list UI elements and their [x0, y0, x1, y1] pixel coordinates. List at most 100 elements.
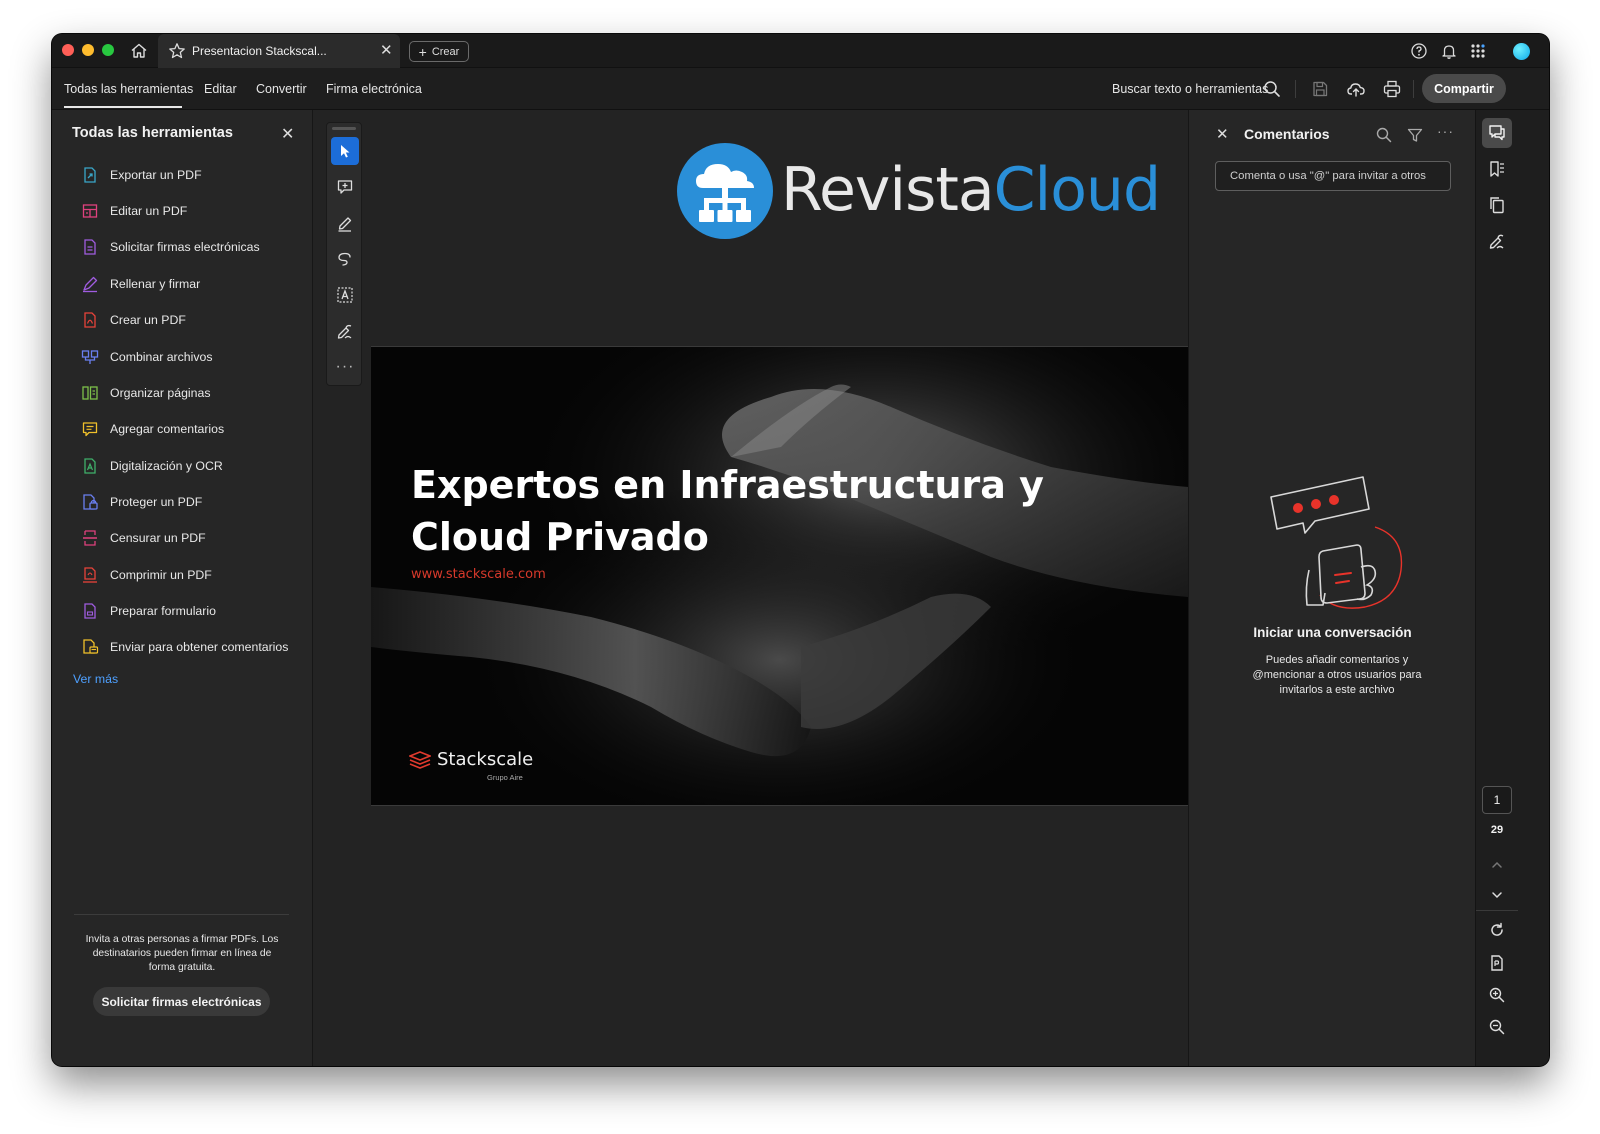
tool-edit-pdf[interactable]: Editar un PDF: [81, 199, 187, 223]
zoom-window-button[interactable]: [102, 44, 114, 56]
menu-convert[interactable]: Convertir: [256, 82, 307, 96]
next-page-button[interactable]: [1482, 880, 1512, 910]
drag-handle[interactable]: [332, 127, 356, 130]
pages-rail-button[interactable]: [1482, 190, 1512, 220]
cloud-upload-icon[interactable]: [1346, 79, 1366, 99]
previous-page-button[interactable]: [1482, 850, 1512, 880]
zoom-out-button[interactable]: [1482, 1012, 1512, 1042]
logo-text-cloud: Cloud: [993, 155, 1161, 225]
sign-rail-button[interactable]: [1482, 226, 1512, 256]
zoom-in-button[interactable]: [1482, 980, 1512, 1010]
signature-pen-icon: [1489, 234, 1504, 249]
create-button[interactable]: + Crear: [409, 41, 469, 62]
text-select-tool-button[interactable]: [331, 281, 359, 309]
tool-label: Crear un PDF: [110, 313, 186, 327]
tool-fill-sign[interactable]: Rellenar y firmar: [81, 272, 200, 296]
close-comments-icon[interactable]: ✕: [1216, 125, 1229, 143]
comments-rail-button[interactable]: [1482, 118, 1512, 148]
request-signatures-button[interactable]: Solicitar firmas electrónicas: [93, 987, 270, 1016]
create-pdf-icon: [84, 312, 96, 328]
tool-label: Digitalización y OCR: [110, 459, 223, 473]
create-label: Crear: [431, 45, 460, 58]
tool-scan-ocr[interactable]: Digitalización y OCR: [81, 454, 223, 478]
tool-request-signatures[interactable]: Solicitar firmas electrónicas: [81, 235, 260, 259]
page-tools-button[interactable]: [1482, 948, 1512, 978]
document-tab[interactable]: Presentacion Stackscal... ✕: [158, 34, 400, 68]
close-tools-panel-icon[interactable]: ✕: [281, 124, 294, 144]
fill-sign-icon: [83, 276, 98, 293]
comment-add-icon: [337, 180, 353, 194]
more-tools-icon[interactable]: ···: [331, 358, 359, 376]
tool-label: Editar un PDF: [110, 204, 188, 218]
app-window: Presentacion Stackscal... ✕ + Crear Toda…: [52, 34, 1549, 1066]
share-button[interactable]: Compartir: [1422, 74, 1506, 103]
tool-send-for-comments[interactable]: Enviar para obtener comentarios: [81, 635, 288, 659]
tool-prepare-form[interactable]: Preparar formulario: [81, 599, 216, 623]
user-avatar[interactable]: [1513, 43, 1530, 60]
current-page-input[interactable]: 1: [1482, 786, 1512, 814]
help-icon[interactable]: [1410, 42, 1428, 60]
minimize-window-button[interactable]: [82, 44, 94, 56]
organize-pages-icon: [82, 386, 98, 400]
see-more-link[interactable]: Ver más: [73, 672, 118, 686]
star-icon[interactable]: [168, 42, 186, 60]
more-options-icon[interactable]: ···: [1437, 123, 1455, 141]
tool-compress-pdf[interactable]: Comprimir un PDF: [81, 563, 212, 587]
tab-close-icon[interactable]: ✕: [380, 42, 393, 60]
copy-pages-icon: [1490, 197, 1504, 214]
right-rail: 1 29: [1475, 110, 1549, 1066]
text-box-icon: [337, 287, 353, 303]
tool-protect-pdf[interactable]: Proteger un PDF: [81, 490, 202, 514]
search-tools-label[interactable]: Buscar texto o herramientas: [1112, 82, 1268, 96]
menu-all-tools[interactable]: Todas las herramientas: [64, 82, 193, 96]
tool-combine-files[interactable]: Combinar archivos: [81, 345, 213, 369]
comment-input[interactable]: [1215, 161, 1451, 191]
menu-edit[interactable]: Editar: [204, 82, 237, 96]
title-bar: Presentacion Stackscal... ✕ + Crear: [52, 34, 1549, 68]
print-icon[interactable]: [1382, 79, 1402, 99]
close-window-button[interactable]: [62, 44, 74, 56]
empty-state-title: Iniciar una conversación: [1253, 625, 1412, 640]
rotate-button[interactable]: [1482, 915, 1512, 945]
edit-pdf-icon: [82, 204, 98, 218]
tool-label: Enviar para obtener comentarios: [110, 640, 289, 654]
tool-label: Organizar páginas: [110, 386, 211, 400]
filter-icon[interactable]: [1406, 126, 1424, 144]
rail-separator: [1476, 910, 1518, 911]
total-pages: 29: [1490, 824, 1504, 836]
request-signature-icon: [84, 239, 96, 255]
tool-export-pdf[interactable]: Exportar un PDF: [81, 163, 202, 187]
chevron-up-icon: [1492, 861, 1502, 868]
search-icon[interactable]: [1262, 79, 1282, 99]
comments-panel: ✕ Comentarios ··· Iniciar una conversaci…: [1188, 110, 1475, 1066]
tool-add-comments[interactable]: Agregar comentarios: [81, 417, 224, 441]
save-icon[interactable]: [1310, 79, 1330, 99]
home-icon[interactable]: [129, 41, 149, 61]
protect-pdf-icon: [83, 494, 98, 510]
document-viewer[interactable]: ··· RevistaCloud Expertos en Infraestruc…: [313, 110, 1188, 1066]
conversation-illustration: [1270, 476, 1403, 609]
chevron-down-icon: [1492, 892, 1502, 899]
active-tab-indicator: [64, 106, 182, 108]
logo-wordmark: RevistaCloud: [781, 150, 1161, 230]
apps-grid-icon[interactable]: [1469, 42, 1487, 60]
bookmarks-rail-button[interactable]: [1482, 154, 1512, 184]
draw-tool-button[interactable]: [331, 245, 359, 273]
all-tools-panel: Todas las herramientas ✕ Exportar un PDF…: [52, 110, 313, 1066]
cursor-icon: [341, 145, 350, 158]
cloud-network-logo-icon: [677, 143, 773, 239]
highlight-tool-button[interactable]: [331, 209, 359, 237]
select-tool-button[interactable]: [331, 137, 359, 165]
add-comment-tool-button[interactable]: [331, 173, 359, 201]
search-comments-icon[interactable]: [1375, 126, 1393, 144]
brand-name: Stackscale: [437, 749, 534, 770]
slide-page: Expertos en Infraestructura y Cloud Priv…: [371, 346, 1188, 806]
sign-tool-button[interactable]: [331, 317, 359, 345]
menu-e-signature[interactable]: Firma electrónica: [326, 82, 422, 96]
tool-redact-pdf[interactable]: Censurar un PDF: [81, 526, 206, 550]
slide-url-link[interactable]: www.stackscale.com: [411, 567, 546, 582]
tool-create-pdf[interactable]: Crear un PDF: [81, 308, 186, 332]
plus-icon: +: [418, 43, 427, 60]
tool-organize-pages[interactable]: Organizar páginas: [81, 381, 210, 405]
bell-icon[interactable]: [1440, 42, 1458, 60]
